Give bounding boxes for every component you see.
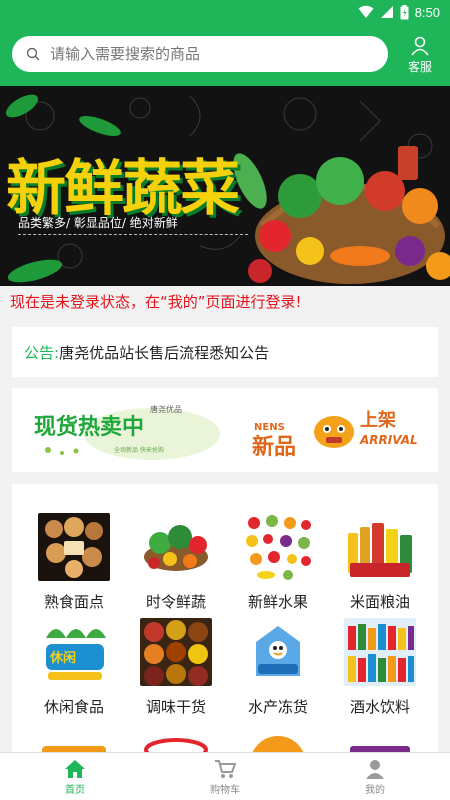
tab-label: 首页 xyxy=(65,785,85,796)
snack-icon: 休闲 xyxy=(38,618,110,686)
category-label: 时令鲜蔬 xyxy=(145,593,206,611)
category-frozen-seafood[interactable]: 水产冻货 xyxy=(228,618,328,717)
status-bar: 8:50 xyxy=(0,0,450,24)
category-vegetables[interactable]: 时令鲜蔬 xyxy=(126,513,226,612)
new-arrival-main-text: 新品 xyxy=(252,434,296,458)
customer-service-label: 客服 xyxy=(407,60,432,74)
home-icon xyxy=(65,760,85,778)
tab-label: 我的 xyxy=(365,785,385,796)
category-beverages[interactable]: 酒水饮料 xyxy=(330,618,430,717)
category-pastry[interactable]: 熟食面点 xyxy=(24,513,124,612)
category-image-partial xyxy=(140,728,212,754)
announcement-label: 公告: xyxy=(24,343,60,362)
login-notice[interactable]: 现在是未登录状态，在“我的”页面进行登录! xyxy=(10,291,302,312)
person-icon xyxy=(411,36,429,56)
bottom-tab-bar: 首页 购物车 我的 xyxy=(0,752,450,800)
category-image-partial xyxy=(344,728,416,754)
frozen-seafood-icon xyxy=(242,618,314,686)
cart-icon xyxy=(215,760,236,778)
category-spices[interactable]: 调味干货 xyxy=(126,618,226,717)
search-input[interactable] xyxy=(50,45,350,63)
category-label: 新鲜水果 xyxy=(247,593,308,611)
tab-cart[interactable]: 购物车 xyxy=(175,753,275,800)
category-image-partial xyxy=(242,728,314,754)
hot-sale-caption: 全场新品 快来抢购 xyxy=(114,446,164,454)
banner-subtitle: 品类繁多/ 彰显品位/ 绝对新鲜 xyxy=(18,216,178,230)
category-label: 酒水饮料 xyxy=(349,698,410,716)
promo-section: 现货热卖中 唐尧优品 全场新品 快来抢购 NENS 新品 上架 ARRIVAL xyxy=(12,388,438,472)
hot-sale-text: 现货热卖中 xyxy=(34,414,144,440)
category-label: 米面粮油 xyxy=(349,593,410,611)
category-label: 熟食面点 xyxy=(43,593,104,611)
customer-service-button[interactable]: 客服 xyxy=(398,36,442,75)
search-icon xyxy=(26,47,40,61)
wifi-icon xyxy=(358,5,374,18)
spice-icon xyxy=(140,618,212,686)
search-bar[interactable] xyxy=(12,36,388,72)
header: 客服 xyxy=(0,24,450,86)
promo-banner[interactable]: 新鲜蔬菜 品类繁多/ 彰显品位/ 绝对新鲜 xyxy=(0,86,450,286)
tab-mine[interactable]: 我的 xyxy=(325,753,425,800)
new-arrival-en2-text: ARRIVAL xyxy=(359,433,418,447)
new-arrival-graphic: NENS 新品 上架 ARRIVAL xyxy=(252,409,418,460)
new-arrival-cn-text: 上架 xyxy=(360,409,396,431)
pastry-icon xyxy=(38,513,110,581)
signal-icon xyxy=(380,6,393,18)
hot-sale-promo-image[interactable]: 现货热卖中 唐尧优品 全场新品 快来抢购 xyxy=(32,398,222,462)
svg-text:休闲: 休闲 xyxy=(49,650,76,666)
category-more-1[interactable] xyxy=(24,728,124,754)
hot-sale-small-text: 唐尧优品 xyxy=(150,404,182,414)
clock-time: 8:50 xyxy=(414,4,440,20)
announcement-bar[interactable]: 公告: 唐尧优品站长售后流程悉知公告 xyxy=(12,327,438,377)
beverage-icon xyxy=(344,618,416,686)
battery-icon xyxy=(400,4,409,19)
category-more-2[interactable] xyxy=(126,728,226,754)
vegetable-icon xyxy=(140,513,212,581)
tab-label: 购物车 xyxy=(210,785,240,796)
banner-divider xyxy=(18,234,248,240)
fruit-icon xyxy=(242,513,314,581)
category-more-3[interactable] xyxy=(228,728,328,754)
category-snacks[interactable]: 休闲 休闲食品 xyxy=(24,618,124,717)
user-icon xyxy=(366,760,384,779)
category-grid: 熟食面点 时令鲜蔬 新鲜水果 米面粮油 休闲 休闲食品 调味干货 水产冻货 酒水… xyxy=(12,484,438,754)
category-fruits[interactable]: 新鲜水果 xyxy=(228,513,328,612)
new-arrival-promo-image[interactable]: NENS 新品 上架 ARRIVAL xyxy=(250,402,426,460)
tab-home[interactable]: 首页 xyxy=(25,753,125,800)
category-label: 调味干货 xyxy=(145,698,206,716)
category-image-partial xyxy=(38,728,110,754)
new-arrival-en-text: NENS xyxy=(254,422,285,433)
status-icons: 8:50 xyxy=(358,3,440,21)
category-grain-oil[interactable]: 米面粮油 xyxy=(330,513,430,612)
announcement-text: 唐尧优品站长售后流程悉知公告 xyxy=(59,343,270,362)
grain-oil-icon xyxy=(344,513,416,581)
category-more-4[interactable] xyxy=(330,728,430,754)
category-label: 水产冻货 xyxy=(247,698,308,716)
category-label: 休闲食品 xyxy=(43,698,104,716)
hot-sale-graphic: 现货热卖中 唐尧优品 全场新品 快来抢购 xyxy=(34,404,220,460)
